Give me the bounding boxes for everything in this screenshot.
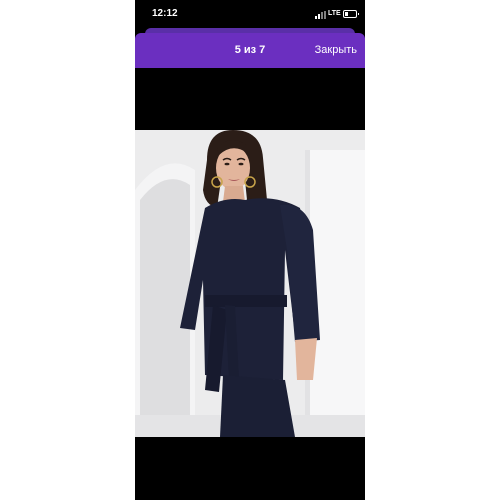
- product-photo-illustration: [135, 130, 365, 437]
- phone-screen: 12:12 LTE 5 из 7 Закрыть: [135, 0, 365, 500]
- battery-icon: [343, 10, 359, 18]
- status-bar: 12:12 LTE: [135, 0, 365, 28]
- signal-icon: [315, 11, 329, 19]
- network-label: LTE: [328, 10, 341, 17]
- image-viewer[interactable]: [135, 68, 365, 500]
- close-button[interactable]: Закрыть: [315, 44, 357, 56]
- viewer-header: 5 из 7 Закрыть: [135, 33, 365, 68]
- product-photo[interactable]: [135, 130, 365, 437]
- status-time: 12:12: [152, 8, 178, 19]
